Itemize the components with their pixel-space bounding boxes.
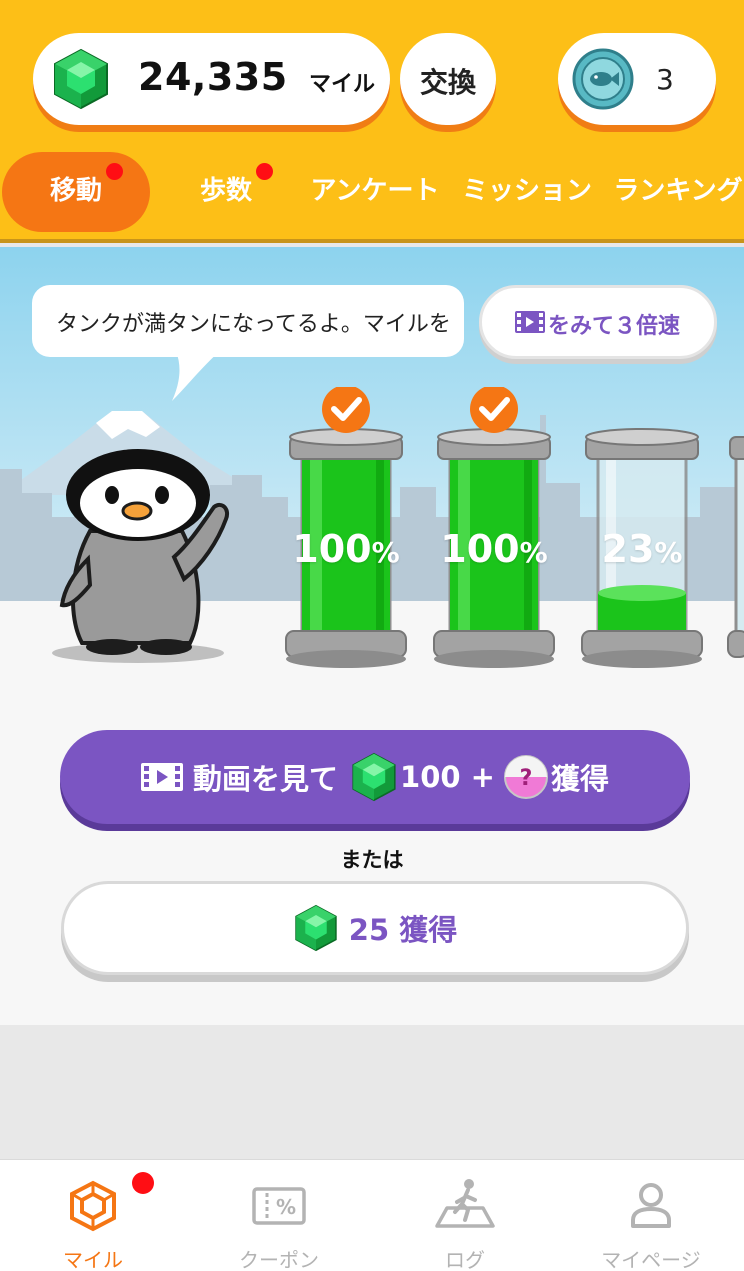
nav-label: マイページ — [601, 1248, 701, 1271]
tab-survey[interactable]: アンケート — [306, 152, 444, 232]
app-header: 24,335 マイル 交換 3 移動 歩数 アンケート ミッション ランキング — [0, 0, 744, 243]
miles-balance[interactable]: 24,335 マイル — [33, 33, 390, 125]
bubble-tail — [172, 351, 220, 401]
tab-mission[interactable]: ミッション — [458, 152, 596, 232]
tank-4-partial — [727, 436, 744, 658]
coupon-icon: % — [252, 1187, 306, 1225]
tank-3: 23% — [580, 387, 704, 681]
nav-coupon[interactable]: % クーポン — [186, 1160, 372, 1271]
bottom-navigation: マイル % クーポン ログ マイページ — [0, 1159, 744, 1271]
person-icon — [631, 1183, 671, 1228]
tab-label: アンケート — [310, 176, 440, 206]
watch-video-claim-button[interactable]: 動画を見て 100 + ? 獲得 — [60, 730, 690, 824]
video-claim-prefix: 動画を見て — [193, 762, 339, 796]
exchange-label: 交換 — [419, 66, 476, 99]
tab-steps[interactable]: 歩数 — [170, 152, 282, 232]
tab-move[interactable]: 移動 — [2, 152, 150, 232]
triple-speed-video-button[interactable]: をみて３倍速 — [479, 285, 717, 359]
speech-bubble: タンクが満タンになってるよ。マイルを — [32, 285, 464, 357]
notification-dot — [132, 1172, 154, 1194]
gem-icon — [295, 904, 337, 952]
notification-dot — [256, 163, 273, 180]
video-claim-amount: 100 + — [400, 760, 495, 794]
gem-icon — [54, 48, 108, 110]
tank-2: 100% — [432, 385, 556, 681]
nav-label: ログ — [445, 1248, 485, 1271]
nav-label: マイル — [63, 1248, 123, 1271]
svg-text:%: % — [276, 1195, 296, 1219]
exchange-button[interactable]: 交換 — [400, 33, 496, 125]
tank-percent: 23% — [601, 527, 683, 571]
category-tabs: 移動 歩数 アンケート ミッション ランキング — [0, 152, 744, 234]
tab-label: 移動 — [49, 176, 102, 206]
miles-unit: マイル — [309, 72, 376, 97]
coin-count: 3 — [656, 63, 674, 96]
triple-speed-label: をみて３倍速 — [548, 314, 681, 339]
fish-coin-icon — [572, 48, 634, 110]
tank-percent: 100% — [440, 527, 548, 571]
or-text: または — [340, 848, 404, 872]
notification-dot — [106, 163, 123, 180]
tab-ranking[interactable]: ランキング — [612, 152, 744, 232]
mystery-capsule-icon: ? — [503, 755, 548, 799]
svg-text:?: ? — [520, 766, 533, 791]
tab-label: ランキング — [613, 176, 743, 206]
tank-1: 100% — [284, 385, 408, 681]
fish-coin-balance[interactable]: 3 — [558, 33, 716, 125]
claim-25-label: 25 獲得 — [348, 913, 458, 947]
nav-miles[interactable]: マイル — [0, 1160, 186, 1271]
tab-label: ミッション — [461, 176, 592, 206]
tank-percent: 100% — [292, 527, 400, 571]
miles-value: 24,335 — [138, 55, 288, 99]
walking-log-icon — [435, 1179, 495, 1228]
gem-icon — [352, 752, 396, 802]
bubble-text: タンクが満タンになってるよ。マイルを — [56, 312, 451, 337]
nav-mypage[interactable]: マイページ — [558, 1160, 744, 1271]
nav-log[interactable]: ログ — [372, 1160, 558, 1271]
tank-scene: タンクが満タンになってるよ。マイルを をみて３倍速 100% 100% 23% … — [0, 247, 744, 1025]
penguin-mascot — [52, 449, 229, 663]
video-icon — [141, 763, 184, 791]
claim-25-button[interactable]: 25 獲得 — [61, 881, 689, 975]
nav-label: クーポン — [239, 1248, 319, 1271]
video-icon — [515, 311, 545, 333]
gem-outline-icon — [70, 1180, 116, 1232]
tab-label: 歩数 — [199, 176, 252, 206]
video-claim-suffix: 獲得 — [550, 762, 609, 796]
